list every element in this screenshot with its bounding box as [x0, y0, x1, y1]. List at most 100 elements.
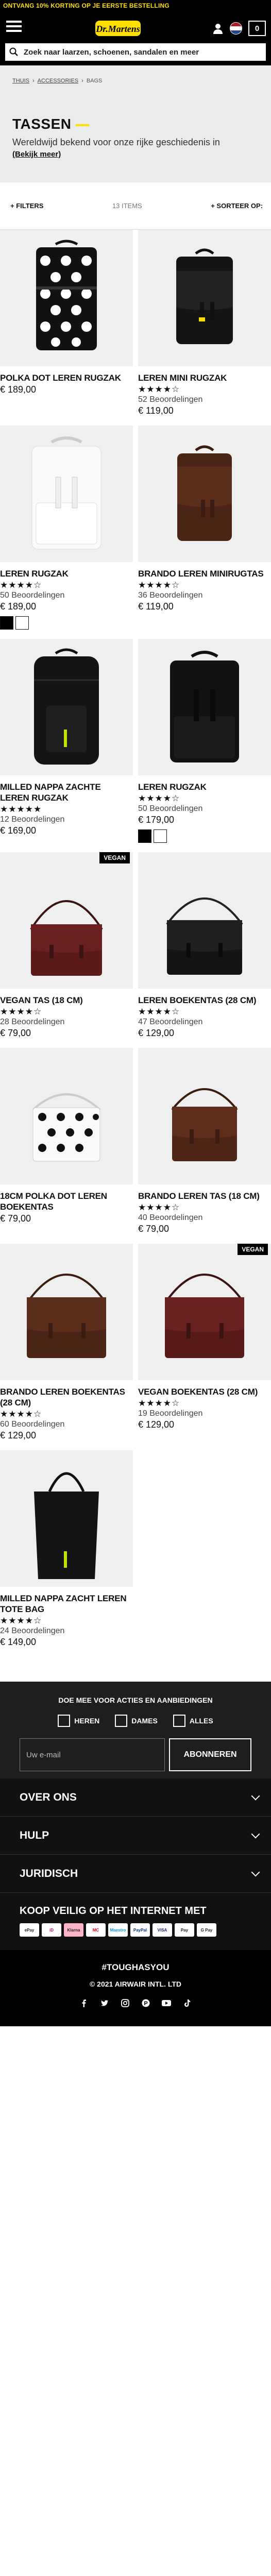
product-name[interactable]: LEREN RUGZAK — [138, 782, 271, 792]
product-image[interactable] — [0, 1048, 133, 1184]
product-price: € 79,00 — [0, 1028, 31, 1038]
product-image[interactable] — [0, 1450, 133, 1587]
product-card[interactable]: MILLED NAPPA ZACHTE LEREN RUGZAK ★★★★★ 1… — [0, 639, 133, 852]
swatch-black[interactable] — [138, 829, 151, 843]
chevron-down-icon — [251, 1829, 260, 1838]
svg-text:Dr.Martens: Dr.Martens — [95, 24, 140, 34]
netherlands-flag-icon[interactable] — [230, 22, 242, 35]
swatch-white[interactable] — [15, 616, 29, 630]
product-image[interactable] — [0, 1244, 133, 1380]
product-card[interactable]: VEGAN VEGAN BOEKENTAS (28 CM) ★★★★☆ 19 B… — [138, 1244, 271, 1450]
review-count[interactable]: 50 Beoordelingen — [0, 591, 133, 600]
epay-icon: ePay — [20, 1923, 39, 1937]
review-count[interactable]: 19 Beoordelingen — [138, 1409, 271, 1418]
product-image[interactable] — [138, 639, 271, 775]
breadcrumb-current: BAGS — [86, 78, 103, 84]
product-image[interactable] — [0, 639, 133, 775]
subscribe-button[interactable]: ABONNEREN — [169, 1738, 251, 1771]
user-icon[interactable] — [212, 23, 224, 34]
product-name[interactable]: 18CM POLKA DOT LEREN BOEKENTAS — [0, 1191, 133, 1212]
option-heren[interactable]: HEREN — [58, 1715, 99, 1727]
product-card[interactable]: BRANDO LEREN BOEKENTAS (28 CM) ★★★★☆ 60 … — [0, 1244, 133, 1450]
product-name[interactable]: VEGAN TAS (18 CM) — [0, 995, 133, 1006]
product-name[interactable]: BRANDO LEREN TAS (18 CM) — [138, 1191, 271, 1201]
rating-stars: ★★★★☆ — [138, 1007, 180, 1016]
footer-section-hulp[interactable]: HULP — [0, 1817, 271, 1855]
chevron-down-icon — [251, 1791, 260, 1800]
filters-button[interactable]: + FILTERS — [10, 202, 43, 210]
product-card[interactable]: MILLED NAPPA ZACHT LEREN TOTE BAG ★★★★☆ … — [0, 1450, 133, 1657]
product-image[interactable] — [138, 1048, 271, 1184]
product-image[interactable] — [138, 426, 271, 562]
search-input[interactable] — [24, 47, 266, 57]
pinterest-icon[interactable]: P — [141, 1998, 150, 2008]
product-name[interactable]: BRANDO LEREN MINIRUGTAS — [138, 568, 271, 579]
product-image[interactable] — [138, 230, 271, 366]
search-icon[interactable] — [9, 47, 19, 57]
product-card[interactable]: LEREN BOEKENTAS (28 CM) ★★★★☆ 47 Beoorde… — [138, 852, 271, 1048]
product-price: € 79,00 — [138, 1224, 170, 1234]
breadcrumb-home[interactable]: THUIS — [12, 78, 29, 84]
sort-button[interactable]: + SORTEER OP: — [211, 202, 263, 210]
product-name[interactable]: BRANDO LEREN BOEKENTAS (28 CM) — [0, 1386, 133, 1408]
review-count[interactable]: 36 Beoordelingen — [138, 591, 271, 600]
product-card[interactable]: BRANDO LEREN MINIRUGTAS ★★★★☆ 36 Beoorde… — [138, 426, 271, 639]
product-image[interactable]: VEGAN — [138, 1244, 271, 1380]
product-image[interactable] — [0, 230, 133, 366]
checkbox[interactable] — [173, 1715, 185, 1727]
review-count[interactable]: 60 Beoordelingen — [0, 1420, 133, 1429]
instagram-icon[interactable] — [121, 1998, 130, 2008]
color-swatches — [0, 616, 133, 630]
email-field[interactable] — [20, 1738, 165, 1771]
youtube-icon[interactable] — [162, 1998, 171, 2008]
twitter-icon[interactable] — [100, 1998, 109, 2008]
option-alles[interactable]: ALLES — [173, 1715, 213, 1727]
product-name[interactable]: LEREN MINI RUGZAK — [138, 372, 271, 383]
menu-icon[interactable] — [6, 21, 22, 32]
footer-section-over-ons[interactable]: OVER ONS — [0, 1778, 271, 1817]
product-name[interactable]: VEGAN BOEKENTAS (28 CM) — [138, 1386, 271, 1397]
ideal-icon: iD — [42, 1923, 61, 1937]
product-card[interactable]: LEREN RUGZAK ★★★★☆ 50 Beoordelingen € 17… — [138, 639, 271, 852]
product-card[interactable]: VEGAN VEGAN TAS (18 CM) ★★★★☆ 28 Beoorde… — [0, 852, 133, 1048]
newsletter-title: DOE MEE VOOR ACTIES EN AANBIEDINGEN — [58, 1696, 213, 1704]
tiktok-icon[interactable] — [182, 1998, 192, 2008]
footer-section-juridisch[interactable]: JURIDISCH — [0, 1855, 271, 1893]
promo-bar[interactable]: ONTVANG 10% KORTING OP JE EERSTE BESTELL… — [0, 0, 271, 11]
product-price: € 149,00 — [0, 1637, 37, 1647]
apple-pay-icon: Pay — [175, 1923, 194, 1937]
product-image[interactable]: VEGAN — [0, 852, 133, 989]
payment-methods: KOOP VEILIG OP HET INTERNET MET ePay iD … — [0, 1893, 271, 1950]
read-more-link[interactable]: (Bekijk meer) — [12, 150, 61, 159]
product-card[interactable]: 18CM POLKA DOT LEREN BOEKENTAS € 79,00 — [0, 1048, 133, 1244]
swatch-white[interactable] — [154, 829, 167, 843]
product-card[interactable]: LEREN MINI RUGZAK ★★★★☆ 52 Beoordelingen… — [138, 230, 271, 426]
product-name[interactable]: LEREN BOEKENTAS (28 CM) — [138, 995, 271, 1006]
breadcrumb-accessories[interactable]: ACCESSORIES — [38, 78, 78, 84]
product-card[interactable]: LEREN RUGZAK ★★★★☆ 50 Beoordelingen € 18… — [0, 426, 133, 639]
product-name[interactable]: MILLED NAPPA ZACHT LEREN TOTE BAG — [0, 1593, 133, 1615]
swatch-black[interactable] — [0, 616, 13, 630]
product-name[interactable]: LEREN RUGZAK — [0, 568, 133, 579]
product-name[interactable]: MILLED NAPPA ZACHTE LEREN RUGZAK — [0, 782, 133, 803]
review-count[interactable]: 47 Beoordelingen — [138, 1018, 271, 1027]
facebook-icon[interactable] — [79, 1998, 89, 2008]
product-image[interactable] — [138, 852, 271, 989]
checkbox[interactable] — [58, 1715, 71, 1727]
brand-logo[interactable]: Dr.Martens — [84, 13, 151, 42]
product-price: € 79,00 — [0, 1213, 31, 1224]
product-name[interactable]: POLKA DOT LEREN RUGZAK — [0, 372, 133, 383]
product-card[interactable]: POLKA DOT LEREN RUGZAK € 189,00 — [0, 230, 133, 426]
product-image[interactable] — [0, 426, 133, 562]
cart-button[interactable]: 0 — [248, 21, 266, 36]
review-count[interactable]: 28 Beoordelingen — [0, 1018, 133, 1027]
checkbox[interactable] — [115, 1715, 128, 1727]
review-count[interactable]: 24 Beoordelingen — [0, 1626, 133, 1636]
review-count[interactable]: 40 Beoordelingen — [138, 1213, 271, 1223]
review-count[interactable]: 52 Beoordelingen — [138, 395, 271, 404]
product-card[interactable]: BRANDO LEREN TAS (18 CM) ★★★★☆ 40 Beoord… — [138, 1048, 271, 1244]
review-count[interactable]: 12 Beoordelingen — [0, 815, 133, 824]
rating-stars: ★★★★☆ — [138, 1202, 180, 1212]
option-dames[interactable]: DAMES — [115, 1715, 158, 1727]
review-count[interactable]: 50 Beoordelingen — [138, 804, 271, 814]
